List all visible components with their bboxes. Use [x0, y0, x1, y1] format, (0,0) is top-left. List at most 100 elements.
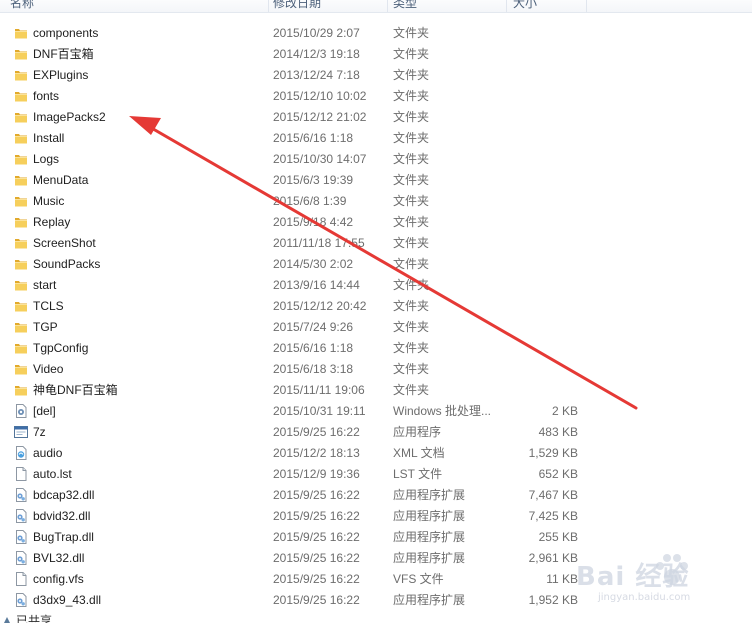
file-row[interactable]: Music 2015/6/8 1:39 文件夹 [0, 191, 752, 212]
file-row[interactable]: BugTrap.dll 2015/9/25 16:22 应用程序扩展 255 KB [0, 527, 752, 548]
file-size: 1,529 KB [528, 446, 578, 460]
folder-icon [14, 110, 28, 124]
file-name: BVL32.dll [33, 551, 85, 565]
file-row[interactable]: Replay 2015/9/18 4:42 文件夹 [0, 212, 752, 233]
column-header-name[interactable]: 名称 [10, 0, 260, 12]
file-name: d3dx9_43.dll [33, 593, 102, 607]
file-row[interactable]: config.vfs 2015/9/25 16:22 VFS 文件 11 KB [0, 569, 752, 590]
file-date: 2015/9/18 4:42 [273, 215, 354, 229]
file-type: 文件夹 [393, 47, 430, 61]
file-row[interactable]: components 2015/10/29 2:07 文件夹 [0, 23, 752, 44]
file-date: 2013/12/24 7:18 [273, 68, 360, 82]
file-date: 2015/12/2 18:13 [273, 446, 360, 460]
folder-icon [14, 215, 28, 229]
file-row[interactable]: 7z 2015/9/25 16:22 应用程序 483 KB [0, 422, 752, 443]
file-row[interactable]: fonts 2015/12/10 10:02 文件夹 [0, 86, 752, 107]
column-header-type[interactable]: 类型 [393, 0, 503, 12]
file-type: LST 文件 [393, 467, 443, 481]
file-type: 应用程序扩展 [393, 509, 466, 523]
dll-file-icon [14, 509, 28, 523]
file-type: 文件夹 [393, 26, 430, 40]
xml-file-icon [14, 446, 28, 460]
file-row[interactable]: start 2013/9/16 14:44 文件夹 [0, 275, 752, 296]
file-size: 483 KB [538, 425, 578, 439]
file-row[interactable]: Install 2015/6/16 1:18 文件夹 [0, 128, 752, 149]
file-row[interactable]: EXPlugins 2013/12/24 7:18 文件夹 [0, 65, 752, 86]
file-name: audio [33, 446, 63, 460]
column-header-size[interactable]: 大小 [513, 0, 583, 12]
file-name: Install [33, 131, 65, 145]
file-name: MenuData [33, 173, 89, 187]
file-type: 文件夹 [393, 299, 430, 313]
file-row[interactable]: TgpConfig 2015/6/16 1:18 文件夹 [0, 338, 752, 359]
file-name: BugTrap.dll [33, 530, 94, 544]
file-date: 2015/9/25 16:22 [273, 572, 360, 586]
file-date: 2015/7/24 9:26 [273, 320, 354, 334]
file-date: 2013/9/16 14:44 [273, 278, 360, 292]
file-row[interactable]: 神龟DNF百宝箱 2015/11/11 19:06 文件夹 [0, 380, 752, 401]
file-row[interactable]: SoundPacks 2014/5/30 2:02 文件夹 [0, 254, 752, 275]
file-type: 文件夹 [393, 68, 430, 82]
file-name: Logs [33, 152, 60, 166]
file-type: 应用程序扩展 [393, 551, 466, 565]
file-row[interactable]: Video 2015/6/18 3:18 文件夹 [0, 359, 752, 380]
folder-icon [14, 26, 28, 40]
file-name: TCLS [33, 299, 64, 313]
file-row[interactable]: Logs 2015/10/30 14:07 文件夹 [0, 149, 752, 170]
dll-file-icon [14, 530, 28, 544]
file-row[interactable]: ImagePacks2 2015/12/12 21:02 文件夹 [0, 107, 752, 128]
file-date: 2015/6/8 1:39 [273, 194, 347, 208]
file-type: XML 文档 [393, 446, 445, 460]
file-type: 文件夹 [393, 215, 430, 229]
file-name: ImagePacks2 [33, 110, 106, 124]
file-type: 文件夹 [393, 236, 430, 250]
file-size: 7,467 KB [528, 488, 578, 502]
folder-icon [14, 383, 28, 397]
file-row[interactable]: ScreenShot 2011/11/18 17:55 文件夹 [0, 233, 752, 254]
dll-file-icon [14, 593, 28, 607]
file-date: 2015/10/29 2:07 [273, 26, 360, 40]
file-row[interactable]: [del] 2015/10/31 19:11 Windows 批处理... 2 KB [0, 401, 752, 422]
folder-icon [14, 278, 28, 292]
column-header-date[interactable]: 修改日期 [273, 0, 383, 12]
file-row[interactable]: MenuData 2015/6/3 19:39 文件夹 [0, 170, 752, 191]
file-date: 2015/9/25 16:22 [273, 593, 360, 607]
batch-file-icon [14, 404, 28, 418]
file-name: 7z [33, 425, 46, 439]
folder-icon [14, 257, 28, 271]
file-row[interactable]: d3dx9_43.dll 2015/9/25 16:22 应用程序扩展 1,952 K… [0, 590, 752, 611]
folder-icon [14, 152, 28, 166]
file-name: TGP [33, 320, 58, 334]
blank-file-icon [14, 572, 28, 586]
file-date: 2015/10/30 14:07 [273, 152, 367, 166]
file-row[interactable]: auto.lst 2015/12/9 19:36 LST 文件 652 KB [0, 464, 752, 485]
column-divider[interactable] [586, 0, 587, 12]
file-size: 2 KB [551, 404, 578, 418]
column-divider[interactable] [387, 0, 388, 12]
file-size: 1,952 KB [528, 593, 578, 607]
file-row[interactable]: bdvid32.dll 2015/9/25 16:22 应用程序扩展 7,425 KB [0, 506, 752, 527]
file-row[interactable]: audio 2015/12/2 18:13 XML 文档 1,529 KB [0, 443, 752, 464]
file-date: 2015/9/25 16:22 [273, 509, 360, 523]
file-name: start [33, 278, 57, 292]
file-row[interactable]: TGP 2015/7/24 9:26 文件夹 [0, 317, 752, 338]
file-date: 2015/9/25 16:22 [273, 530, 360, 544]
file-date: 2015/6/16 1:18 [273, 131, 354, 145]
file-type: 文件夹 [393, 131, 430, 145]
file-type: 文件夹 [393, 320, 430, 334]
file-row[interactable]: bdcap32.dll 2015/9/25 16:22 应用程序扩展 7,467 KB [0, 485, 752, 506]
file-date: 2011/11/18 17:55 [273, 236, 365, 250]
file-row[interactable]: TCLS 2015/12/12 20:42 文件夹 [0, 296, 752, 317]
column-divider[interactable] [268, 0, 269, 12]
column-divider[interactable] [506, 0, 507, 12]
share-icon [2, 615, 12, 623]
file-type: 文件夹 [393, 89, 430, 103]
folder-icon [14, 299, 28, 313]
folder-icon [14, 173, 28, 187]
file-row[interactable]: BVL32.dll 2015/9/25 16:22 应用程序扩展 2,961 KB [0, 548, 752, 569]
file-date: 2015/11/11 19:06 [273, 383, 365, 397]
file-row[interactable]: DNF百宝箱 2014/12/3 19:18 文件夹 [0, 44, 752, 65]
file-size: 255 KB [538, 530, 578, 544]
file-name: Video [33, 362, 64, 376]
file-name: Music [33, 194, 65, 208]
